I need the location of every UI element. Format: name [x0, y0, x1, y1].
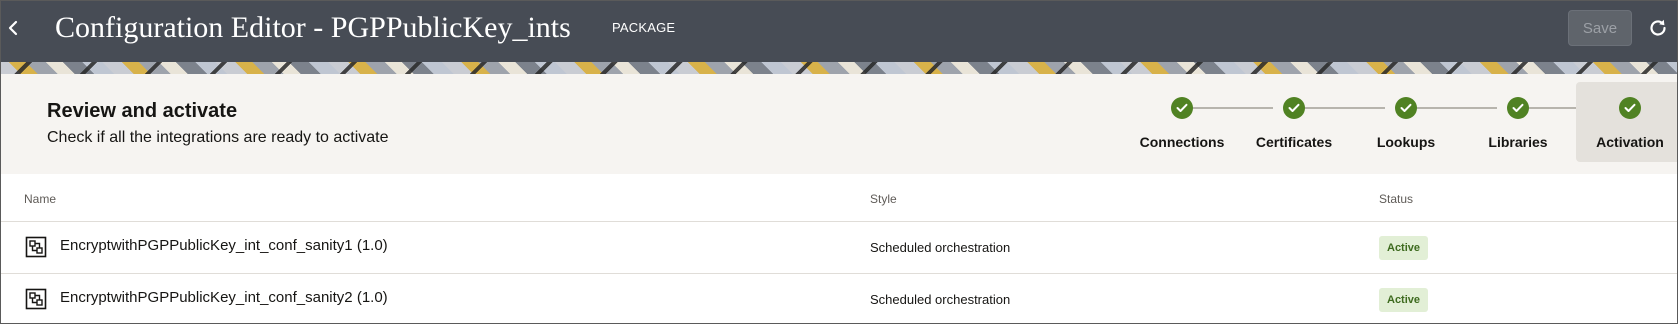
step-activation[interactable]: Activation	[1576, 82, 1677, 162]
integration-icon	[25, 236, 47, 258]
refresh-button[interactable]	[1646, 16, 1670, 40]
page-title: Configuration Editor - PGPPublicKey_ints	[55, 11, 571, 44]
checkmark-icon	[1512, 103, 1524, 112]
step-label: Activation	[1596, 134, 1664, 150]
column-header-status[interactable]: Status	[1379, 192, 1413, 206]
column-header-style[interactable]: Style	[870, 192, 897, 206]
integration-icon	[25, 288, 47, 310]
step-label: Libraries	[1488, 134, 1548, 150]
step-label: Certificates	[1255, 134, 1333, 150]
table-row[interactable]: EncryptwithPGPPublicKey_int_conf_sanity2…	[1, 274, 1677, 323]
table-row[interactable]: EncryptwithPGPPublicKey_int_conf_sanity1…	[1, 222, 1677, 274]
step-complete-indicator	[1619, 97, 1641, 119]
step-connections[interactable]: Connections	[1128, 82, 1236, 162]
column-header-name[interactable]: Name	[24, 192, 56, 206]
status-badge: Active	[1379, 236, 1429, 260]
back-button[interactable]	[3, 11, 23, 45]
integration-style: Scheduled orchestration	[870, 292, 1011, 307]
step-label: Lookups	[1376, 134, 1436, 150]
status-badge: Active	[1379, 288, 1429, 312]
package-badge: PACKAGE	[612, 20, 676, 35]
review-section: Review and activate Check if all the int…	[1, 74, 1677, 174]
step-complete-indicator	[1283, 97, 1305, 119]
refresh-icon	[1650, 19, 1666, 36]
step-complete-indicator	[1507, 97, 1529, 119]
checkmark-icon	[1624, 103, 1636, 112]
checkmark-icon	[1288, 103, 1300, 112]
step-libraries[interactable]: Libraries	[1464, 82, 1572, 162]
checkmark-icon	[1176, 103, 1188, 112]
step-certificates[interactable]: Certificates	[1240, 82, 1348, 162]
step-complete-indicator	[1395, 97, 1417, 119]
integration-name: EncryptwithPGPPublicKey_int_conf_sanity2…	[60, 289, 388, 306]
integration-name: EncryptwithPGPPublicKey_int_conf_sanity1…	[60, 237, 388, 254]
integration-style: Scheduled orchestration	[870, 240, 1011, 255]
configuration-editor-window: Configuration Editor - PGPPublicKey_ints…	[0, 0, 1678, 324]
checkmark-icon	[1400, 103, 1412, 112]
step-lookups[interactable]: Lookups	[1352, 82, 1460, 162]
progress-train: Connections Certificates Lookups Librari…	[1, 74, 1677, 174]
save-button[interactable]: Save	[1568, 10, 1632, 46]
decorative-banner	[1, 62, 1677, 74]
header-bar: Configuration Editor - PGPPublicKey_ints…	[1, 1, 1677, 62]
table-header: Name Style Status	[1, 174, 1677, 222]
step-label: Connections	[1139, 134, 1225, 150]
chevron-left-icon	[8, 20, 18, 36]
step-complete-indicator	[1171, 97, 1193, 119]
